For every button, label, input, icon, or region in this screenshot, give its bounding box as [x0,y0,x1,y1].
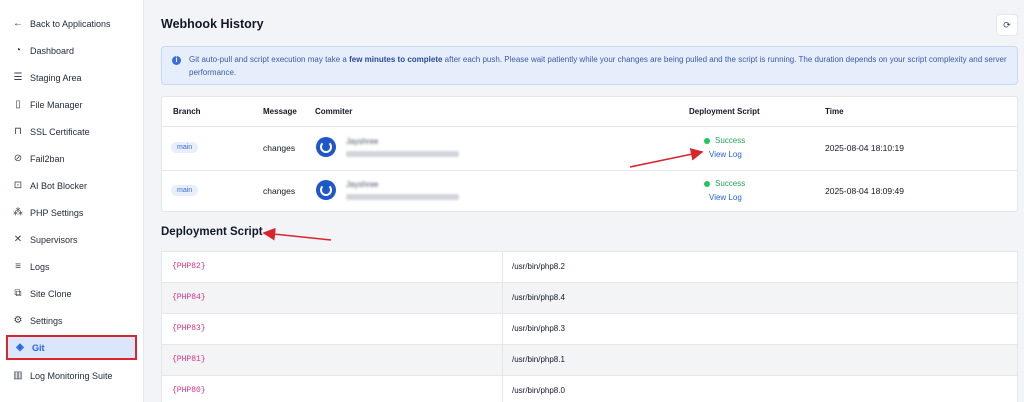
deployment-script-title: Deployment Script [161,226,263,238]
alert-text-before: Git auto-pull and script execution may t… [189,55,350,64]
deployment-script-table: {PHP82} /usr/bin/php8.2 {PHP84} /usr/bin/p… [161,251,1018,402]
alert-text-bold: few minutes to complete [349,55,443,64]
sidebar-item-label: SSL Certificate [30,126,90,137]
sidebar-item-label: AI Bot Blocker [30,180,88,191]
script-variable: {PHP82} [172,262,206,271]
git-icon: ◈ [16,342,24,353]
avatar [316,180,336,200]
table-row: {PHP80} /usr/bin/php8.0 [162,376,1017,402]
table-divider [162,170,1017,171]
deploy-time: 2025-08-04 18:09:49 [825,186,904,196]
column-header-deployment-script: Deployment Script [689,107,760,116]
commiter-name: Jayshree [346,180,379,189]
sidebar-item-label: Back to Applications [30,18,111,29]
main-content: Webhook History ⟳ i Git auto-pull and sc… [146,0,1024,402]
table-row: {PHP81} /usr/bin/php8.1 [162,345,1017,376]
webhook-history-table: Branch Message Commiter Deployment Scrip… [161,96,1018,212]
sidebar-item-site-clone[interactable]: ⧉ Site Clone [6,281,137,306]
table-divider [162,126,1017,127]
layers-icon: ☰ [13,72,23,83]
commiter-email [346,151,459,157]
script-path: /usr/bin/php8.2 [512,262,565,271]
sidebar-item-label: Dashboard [30,45,75,56]
sidebar-item-php-settings[interactable]: ⁂ PHP Settings [6,200,137,225]
copy-icon: ⧉ [14,288,22,299]
sidebar-item-label: Settings [30,315,63,326]
table-row: {PHP83} /usr/bin/php8.3 [162,314,1017,345]
page-title: Webhook History [161,17,264,31]
script-path: /usr/bin/php8.4 [512,293,565,302]
status-badge: Success [704,136,745,145]
commit-message: changes [263,186,296,196]
refresh-button[interactable]: ⟳ [996,14,1018,36]
status-text: Success [715,136,746,145]
info-alert: i Git auto-pull and script execution may… [161,46,1018,85]
column-header-message: Message [263,107,297,116]
ban-icon: ⊘ [13,153,23,164]
chart-icon: ▥ [13,370,23,381]
table-row: {PHP82} /usr/bin/php8.2 [162,252,1017,283]
sidebar-item-settings[interactable]: ⚙ Settings [6,308,137,333]
script-path: /usr/bin/php8.0 [512,386,565,395]
commit-message: changes [263,143,296,153]
lock-icon: ⊓ [14,126,22,137]
sidebar-item-label: Fail2ban [30,153,65,164]
sidebar-item-label: Logs [30,261,50,272]
sidebar-item-file-manager[interactable]: ▯ File Manager [6,92,137,117]
commiter-email [346,194,459,200]
branch-badge: main [171,185,199,196]
sidebar-item-label: Supervisors [30,234,78,245]
script-variable: {PHP81} [172,355,206,364]
sidebar-item-label: Log Monitoring Suite [30,370,113,381]
sidebar-item-label: Site Clone [30,288,72,299]
sidebar-item-fail2ban[interactable]: ⊘ Fail2ban [6,146,137,171]
column-header-time: Time [825,107,844,116]
script-path: /usr/bin/php8.1 [512,355,565,364]
sidebar-item-ssl[interactable]: ⊓ SSL Certificate [6,119,137,144]
script-path: /usr/bin/php8.3 [512,324,565,333]
sidebar-item-ai-bot-blocker[interactable]: ⊡ AI Bot Blocker [6,173,137,198]
script-variable: {PHP84} [172,293,206,302]
sidebar-item-log-monitoring[interactable]: ▥ Log Monitoring Suite [6,363,137,388]
status-badge: Success [704,179,745,188]
file-icon: ▯ [15,99,21,110]
sidebar-item-dashboard[interactable]: ◔ Dashboard [6,38,137,63]
sidebar-item-staging[interactable]: ☰ Staging Area [6,65,137,90]
sidebar-item-git[interactable]: ◈ Git [6,335,137,360]
status-text: Success [715,179,746,188]
refresh-icon: ⟳ [1003,19,1011,30]
deploy-time: 2025-08-04 18:10:19 [825,143,904,153]
sidebar-item-label: PHP Settings [30,207,84,218]
sidebar-item-back[interactable]: ← Back to Applications [6,11,137,36]
column-header-branch: Branch [173,107,201,116]
gear-icon: ⚙ [13,315,23,326]
script-variable: {PHP83} [172,324,206,333]
nodes-icon: ⁂ [13,207,23,218]
column-header-commiter: Commiter [315,107,353,116]
table-row: {PHP84} /usr/bin/php8.4 [162,283,1017,314]
arrow-left-icon: ← [13,18,23,29]
tools-icon: ✕ [13,234,23,245]
view-log-link[interactable]: View Log [709,150,742,159]
document-icon: ≡ [15,261,21,272]
sidebar-item-label: File Manager [30,99,83,110]
sidebar-item-label: Staging Area [30,72,82,83]
commiter-name: Jayshree [346,137,379,146]
sidebar-item-label: Git [32,342,45,353]
robot-icon: ⊡ [13,180,23,191]
info-icon: i [172,56,181,65]
gauge-icon: ◔ [14,45,22,56]
view-log-link[interactable]: View Log [709,193,742,202]
avatar [316,137,336,157]
sidebar-item-supervisors[interactable]: ✕ Supervisors [6,227,137,252]
script-variable: {PHP80} [172,386,206,395]
sidebar-item-logs[interactable]: ≡ Logs [6,254,137,279]
sidebar: ← Back to Applications ◔ Dashboard ☰ Stagin… [0,0,144,402]
branch-badge: main [171,142,199,153]
